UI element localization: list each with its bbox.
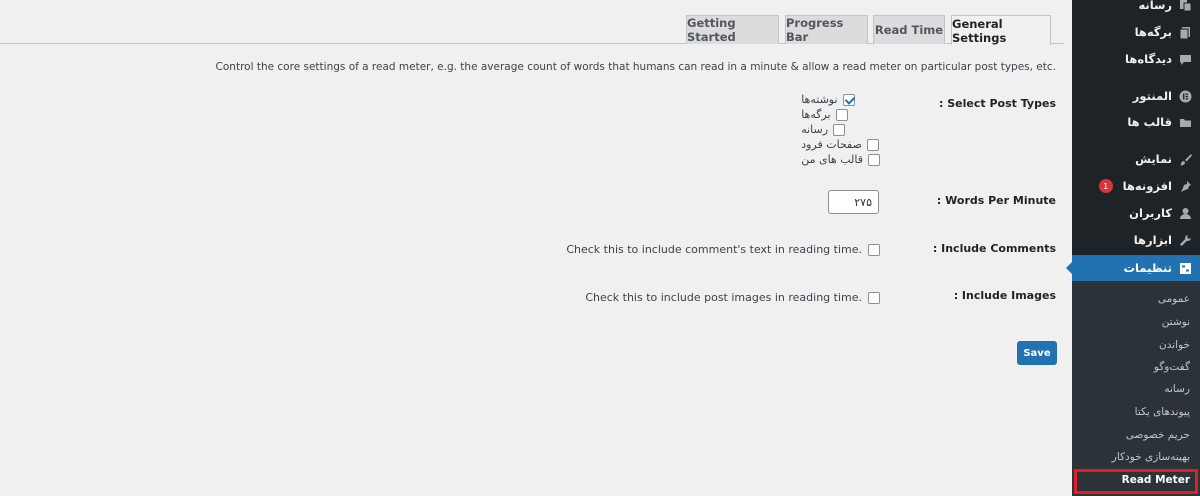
elementor-icon [1178,89,1192,103]
sidebar-item-label: برگه‌ها [1134,25,1172,39]
sidebar-item-templates[interactable]: قالب ها [1072,109,1200,135]
words-per-minute-input[interactable] [828,190,879,214]
include-images-text: Check this to include post images in rea… [585,291,862,304]
sidebar-item-elementor[interactable]: المنتور [1072,83,1200,109]
include-comments-label: : Include Comments [932,242,1056,255]
sidebar-item-comments[interactable]: دیدگاه‌ها [1072,46,1200,72]
wrench-icon [1178,233,1192,247]
include-comments-text: Check this to include comment's text in … [566,243,862,256]
include-images-label: : Include Images [953,289,1056,302]
post-types-list: نوشته‌ها برگه‌ها رسانه صفحات فرود قالب ه… [801,92,880,167]
sidebar-item-label: نمایش [1135,152,1172,166]
sidebar-item-label: قالب ها [1127,115,1172,129]
include-images-checkbox[interactable] [868,291,880,304]
sidebar-item-label: افزونه‌ها [1122,179,1172,193]
include-comments-option[interactable]: Check this to include comment's text in … [566,243,880,256]
post-type-checkbox[interactable] [833,123,846,136]
post-type-checkbox[interactable] [868,153,880,166]
sidebar-item-plugins[interactable]: افزونه‌ها 1 [1072,173,1200,199]
sidebar-item-settings[interactable]: تنظیمات [1066,255,1200,281]
pages-icon [1178,25,1192,39]
submenu-item-discussion[interactable]: گفت‌وگو [1072,356,1200,378]
post-types-label: : Select Post Types [939,97,1056,110]
post-type-label: قالب های من [801,153,863,166]
sidebar-item-users[interactable]: کاربران [1072,200,1200,226]
submenu-item-general[interactable]: عمومی [1072,288,1200,310]
media-icon [1178,0,1192,12]
tab-progress-bar[interactable]: Progress Bar [785,15,868,44]
sidebar-item-tools[interactable]: ابزارها [1072,227,1200,253]
sidebar-item-label: ابزارها [1133,233,1172,247]
brush-icon [1178,152,1192,166]
sidebar-item-label: رسانه [1138,0,1172,12]
submenu-item-permalinks[interactable]: پیوندهای یکتا [1072,401,1200,423]
post-type-label: نوشته‌ها [801,93,838,106]
post-type-checkbox[interactable] [842,93,855,106]
settings-icon [1178,261,1192,275]
sidebar-item-label: المنتور [1132,89,1172,103]
include-images-option[interactable]: Check this to include post images in rea… [585,291,880,304]
post-type-option[interactable]: برگه‌ها [801,107,880,122]
post-type-label: رسانه [801,123,829,136]
post-type-option[interactable]: نوشته‌ها [801,92,880,107]
sidebar-item-label: کاربران [1129,206,1172,220]
sidebar-item-media[interactable]: رسانه [1072,0,1200,18]
sidebar-item-label: تنظیمات [1123,261,1173,275]
save-button[interactable]: Save [1017,341,1057,365]
tab-getting-started[interactable]: Getting Started [686,15,779,44]
sidebar-item-label: دیدگاه‌ها [1125,52,1172,66]
current-menu-arrow [1066,262,1072,274]
tab-read-time[interactable]: Read Time [873,15,945,44]
plugins-update-badge: 1 [1098,179,1113,193]
submenu-item-media[interactable]: رسانه [1072,378,1200,400]
post-type-checkbox[interactable] [866,138,879,151]
include-comments-checkbox[interactable] [868,243,880,256]
admin-sidebar: رسانه برگه‌ها دیدگاه‌ها المنتور قالب ها … [1066,0,1200,496]
folder-icon [1178,115,1192,129]
sidebar-item-appearance[interactable]: نمایش [1072,146,1200,172]
post-type-option[interactable]: صفحات فرود [801,137,880,152]
plugin-icon [1178,179,1192,193]
words-per-minute-label: : Words Per Minute [936,194,1056,207]
comments-icon [1178,52,1192,66]
submenu-item-autoptimize[interactable]: بهینه‌سازی خودکار [1072,446,1200,468]
post-type-option[interactable]: رسانه [801,122,880,137]
post-type-option[interactable]: قالب های من [801,152,880,167]
submenu-item-reading[interactable]: خواندن [1072,334,1200,356]
submenu-item-writing[interactable]: نوشتن [1072,311,1200,333]
tab-general-settings[interactable]: General Settings [951,15,1051,45]
post-type-label: صفحات فرود [801,138,862,151]
post-type-label: برگه‌ها [801,108,831,121]
sidebar-item-pages[interactable]: برگه‌ها [1072,19,1200,45]
user-icon [1178,206,1192,220]
submenu-item-privacy[interactable]: حریم خصوصی [1072,424,1200,446]
submenu-item-read-meter[interactable]: Read Meter [1072,469,1200,491]
post-type-checkbox[interactable] [835,108,848,121]
settings-description: Control the core settings of a read mete… [215,61,1056,73]
